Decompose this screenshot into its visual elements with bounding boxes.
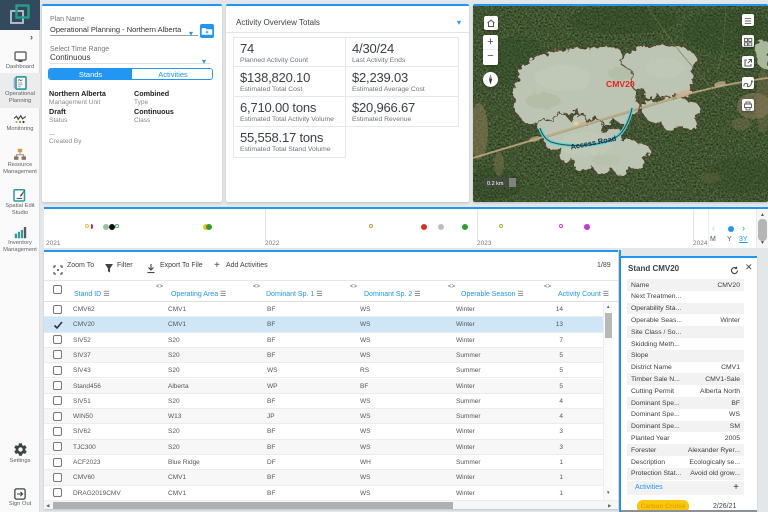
svg-text:0.2 km: 0.2 km: [487, 181, 504, 187]
svg-text:CMV20: CMV20: [606, 79, 635, 89]
